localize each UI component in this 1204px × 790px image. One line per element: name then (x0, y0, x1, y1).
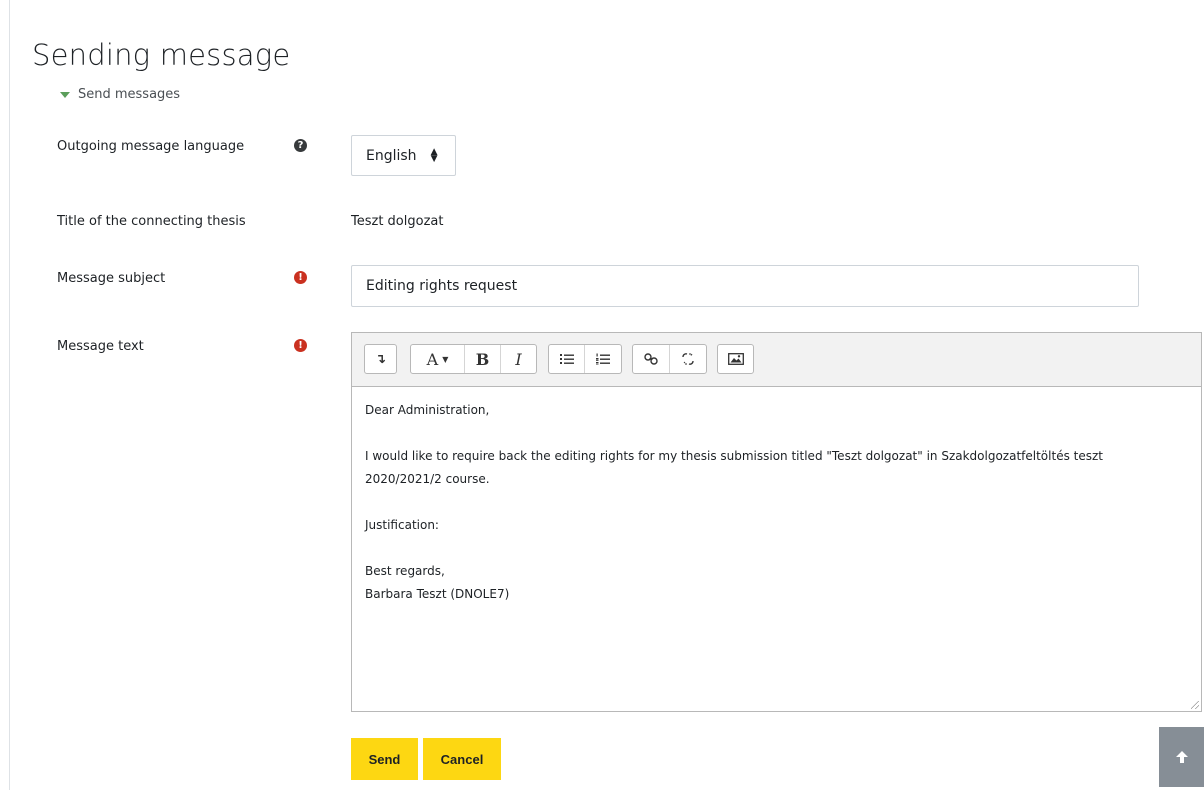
editor-toolbar: ↴ A ▼ B I (352, 333, 1201, 387)
ordered-list-icon (596, 353, 610, 365)
ordered-list-button[interactable] (585, 345, 621, 373)
message-editor: ↴ A ▼ B I Dear Administration, I would l… (351, 332, 1202, 712)
back-to-top-button[interactable] (1159, 727, 1204, 787)
language-selected-value: English (366, 147, 417, 164)
message-text-label: Message text (57, 339, 144, 354)
unlink-button[interactable] (670, 345, 706, 373)
subject-label: Message subject (57, 271, 166, 286)
thesis-title-value: Teszt dolgozat (351, 214, 444, 229)
image-icon (727, 353, 744, 365)
font-style-label: A (426, 349, 439, 369)
toolbar-group-lists (548, 344, 622, 374)
expand-toolbar-button[interactable]: ↴ (365, 345, 396, 373)
subject-input[interactable]: Editing rights request (351, 265, 1139, 307)
message-line-body-1: I would like to require back the editing… (365, 449, 1103, 463)
message-line-greeting: Dear Administration, (365, 403, 490, 417)
italic-button[interactable]: I (501, 345, 536, 373)
section-label: Send messages (78, 87, 181, 102)
language-label: Outgoing message language (57, 139, 245, 154)
language-select[interactable]: English ▲ ▼ (351, 135, 456, 176)
toolbar-group-links (632, 344, 707, 374)
resize-handle[interactable] (1191, 701, 1199, 709)
arrow-up-icon (1175, 751, 1188, 763)
select-arrows-icon: ▲ ▼ (430, 146, 438, 164)
bold-button[interactable]: B (465, 345, 501, 373)
link-button[interactable] (633, 345, 670, 373)
message-line-signature: Barbara Teszt (DNOLE7) (365, 587, 510, 601)
toolbar-group-media (717, 344, 754, 374)
caret-down-icon (60, 91, 70, 98)
font-style-button[interactable]: A ▼ (411, 345, 465, 373)
insert-image-button[interactable] (718, 345, 753, 373)
unordered-list-icon (559, 354, 574, 364)
unlink-icon (682, 353, 694, 365)
send-button[interactable]: Send (351, 738, 418, 780)
message-line-body-2: 2020/2021/2 course. (365, 472, 490, 486)
toolbar-group-style: A ▼ B I (410, 344, 537, 374)
section-toggle-send-messages[interactable]: Send messages (60, 87, 180, 102)
exclamation-circle-icon: ! (294, 271, 307, 284)
chevron-down-icon: ▼ (442, 354, 449, 364)
question-circle-icon[interactable]: ? (294, 139, 307, 152)
cancel-button[interactable]: Cancel (423, 738, 501, 780)
link-icon (644, 353, 658, 365)
thesis-title-label: Title of the connecting thesis (57, 214, 246, 229)
message-text-area[interactable]: Dear Administration, I would like to req… (352, 387, 1201, 618)
message-line-justification: Justification: (365, 518, 439, 532)
message-line-closing: Best regards, (365, 564, 445, 578)
toolbar-group-expand: ↴ (364, 344, 397, 374)
page-title: Sending message (32, 38, 291, 72)
unordered-list-button[interactable] (549, 345, 585, 373)
exclamation-circle-icon: ! (294, 339, 307, 352)
